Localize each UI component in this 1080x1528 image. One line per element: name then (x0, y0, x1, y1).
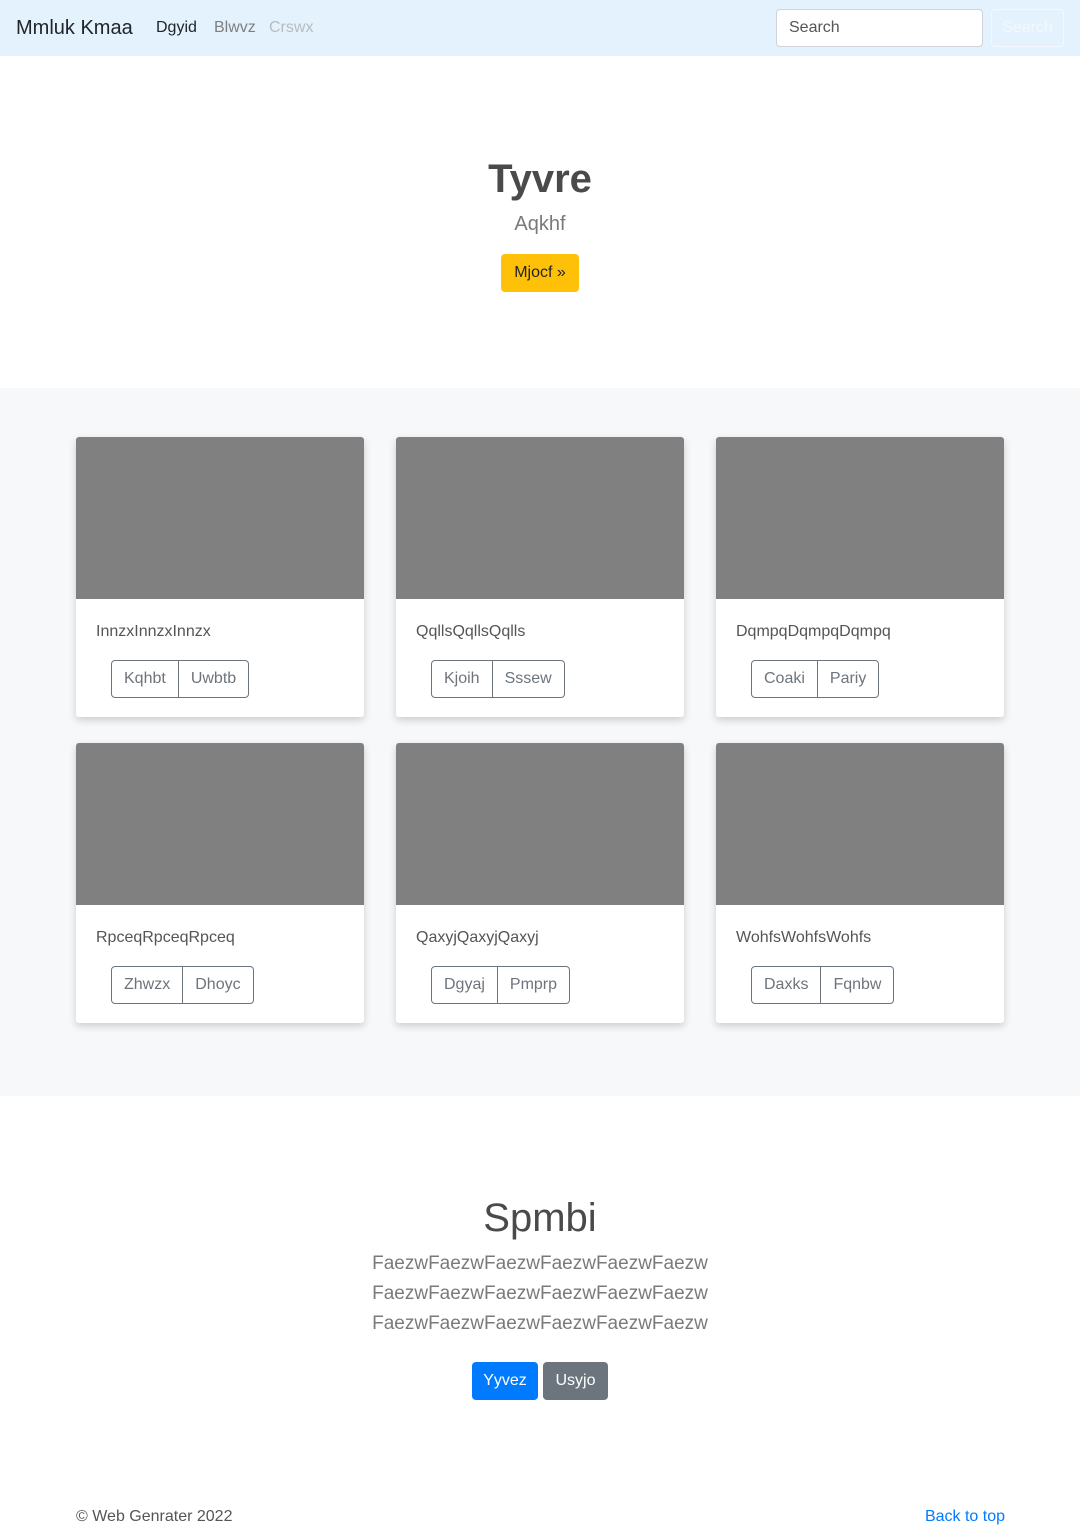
card-button[interactable]: Kqhbt (111, 660, 179, 698)
card-button[interactable]: Fqnbw (821, 966, 895, 1004)
card-button-group: Zhwzx Dhoyc (111, 966, 254, 1004)
card: QqllsQqllsQqlls Kjoih Sssew (396, 437, 684, 717)
search-button[interactable]: Search (991, 9, 1064, 47)
primary-button[interactable]: Yyvez (472, 1362, 538, 1400)
secondary-button[interactable]: Usyjo (543, 1362, 608, 1400)
card-button[interactable]: Pmprp (497, 966, 571, 1004)
card-text: InnzxInnzxInnzx (96, 623, 211, 640)
card-button[interactable]: Zhwzx (111, 966, 184, 1004)
card-text: QqllsQqllsQqlls (416, 623, 526, 640)
card-button[interactable]: Dgyaj (431, 966, 498, 1004)
card-button[interactable]: Sssew (492, 660, 565, 698)
card: DqmpqDqmpqDqmpq Coaki Pariy (716, 437, 1004, 717)
card-image (76, 437, 364, 599)
card: WohfsWohfsWohfs Daxks Fqnbw (716, 743, 1004, 1023)
nav-link-1[interactable]: Dgyid (156, 18, 197, 38)
hero-button[interactable]: Mjocf » (501, 254, 579, 292)
section-text-line: FaezwFaezwFaezwFaezwFaezwFaezw (372, 1253, 708, 1274)
section-title: Spmbi (483, 1196, 597, 1240)
section-text-line: FaezwFaezwFaezwFaezwFaezwFaezw (372, 1313, 708, 1334)
nav-link-2[interactable]: Blwvz (214, 18, 256, 38)
card-button-group: Kqhbt Uwbtb (111, 660, 250, 698)
hero-title: Tyvre (488, 157, 592, 201)
card-button[interactable]: Coaki (751, 660, 818, 698)
nav-link-3: Crswx (269, 19, 314, 36)
card: InnzxInnzxInnzx Kqhbt Uwbtb (76, 437, 364, 717)
navbar: Mmluk Kmaa Dgyid Blwvz Crswx Search (0, 0, 1080, 56)
card: RpceqRpceqRpceq Zhwzx Dhoyc (76, 743, 364, 1023)
footer-copyright: © Web Genrater 2022 (76, 1508, 233, 1525)
search-input[interactable] (776, 9, 983, 47)
card-button[interactable]: Daxks (751, 966, 822, 1004)
card-button-group: Kjoih Sssew (431, 660, 565, 698)
card-button-group: Daxks Fqnbw (751, 966, 895, 1004)
navbar-brand[interactable]: Mmluk Kmaa (16, 15, 133, 41)
card-text: DqmpqDqmpqDqmpq (736, 623, 891, 640)
card-button[interactable]: Kjoih (431, 660, 493, 698)
card-text: WohfsWohfsWohfs (736, 929, 872, 946)
card-button[interactable]: Dhoyc (183, 966, 254, 1004)
card: QaxyjQaxyjQaxyj Dgyaj Pmprp (396, 743, 684, 1023)
album-section: InnzxInnzxInnzx Kqhbt Uwbtb QqllsQqllsQq… (0, 388, 1080, 1096)
card-button-group: Coaki Pariy (751, 660, 880, 698)
card-button[interactable]: Uwbtb (178, 660, 250, 698)
section-text-line: FaezwFaezwFaezwFaezwFaezwFaezw (372, 1283, 708, 1304)
card-text: RpceqRpceqRpceq (96, 929, 235, 946)
card-image (716, 743, 1004, 905)
card-image (716, 437, 1004, 599)
card-text: QaxyjQaxyjQaxyj (416, 929, 539, 946)
back-to-top-link[interactable]: Back to top (925, 1507, 1005, 1527)
hero-subtitle: Aqkhf (514, 213, 566, 235)
card-image (396, 437, 684, 599)
card-button[interactable]: Pariy (817, 660, 880, 698)
card-button-group: Dgyaj Pmprp (431, 966, 571, 1004)
card-image (396, 743, 684, 905)
card-image (76, 743, 364, 905)
